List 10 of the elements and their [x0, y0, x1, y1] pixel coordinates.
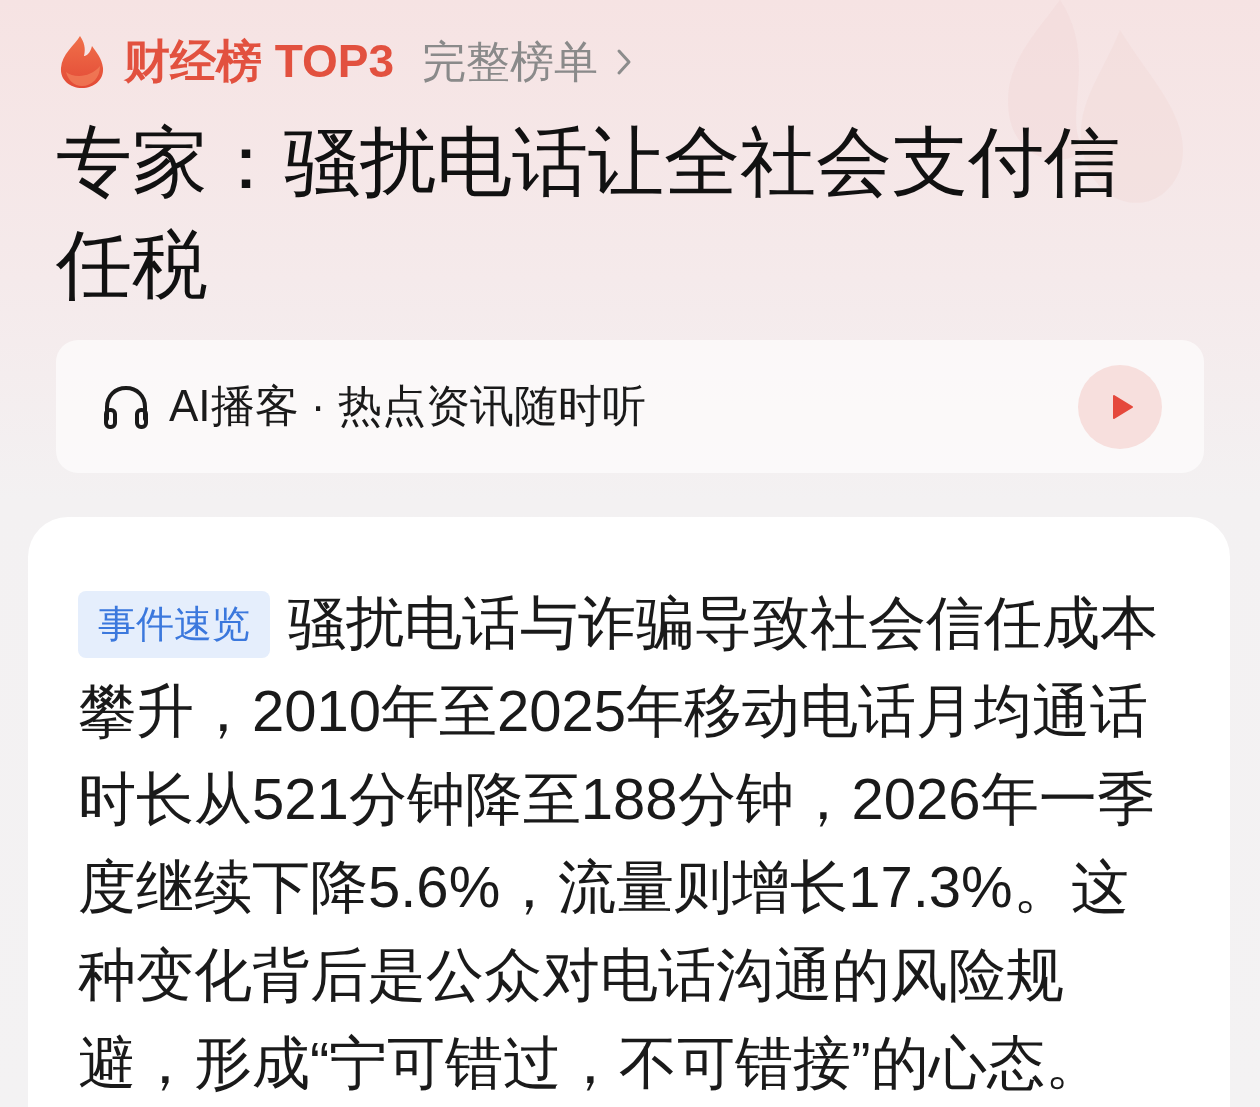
ranking-title: 财经榜 TOP3	[124, 34, 395, 89]
event-tag: 事件速览	[78, 591, 270, 658]
summary-text: 事件速览 骚扰电话与诈骗导致社会信任成本攀升，2010年至2025年移动电话月均通话时长从521分钟降至188分钟，2026年一季度继续下降5.6%，流量则增长17.3%。这种变化背后是公众对电话沟通的风险规避，形成“宁可错过，不可错接”的心态。	[78, 589, 1159, 1097]
flame-icon	[60, 36, 104, 88]
chevron-right-icon	[616, 48, 633, 76]
headphones-icon	[103, 384, 149, 429]
podcast-bar[interactable]: AI播客 · 热点资讯随时听	[56, 340, 1204, 473]
play-icon	[1112, 393, 1134, 420]
headline: 专家：骚扰电话让全社会支付信任税	[56, 118, 1121, 309]
podcast-label: AI播客 · 热点资讯随时听	[169, 380, 646, 432]
